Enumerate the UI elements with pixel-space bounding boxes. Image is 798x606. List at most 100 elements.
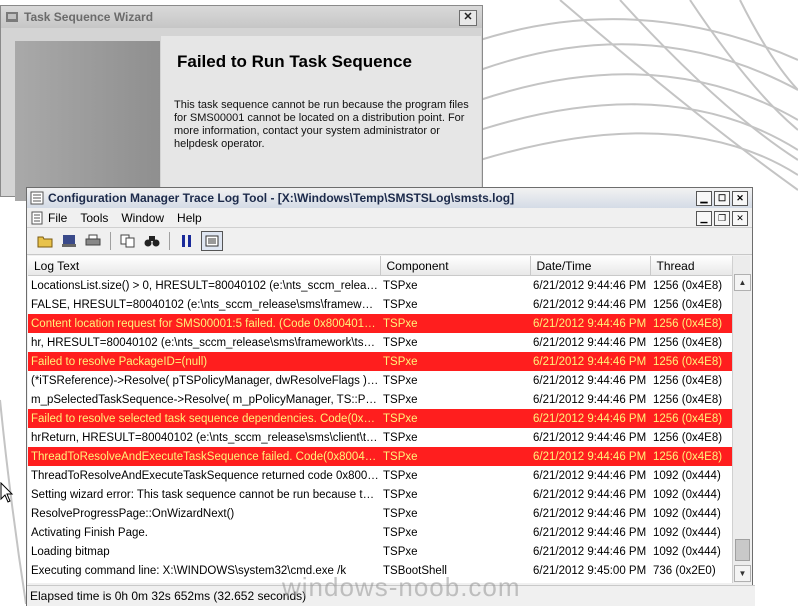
column-component[interactable]: Component: [380, 256, 531, 276]
column-log-text[interactable]: Log Text: [28, 256, 381, 276]
log-text-cell: Loading bitmap: [31, 545, 110, 558]
datetime-cell: 6/21/2012 9:45:00 PM: [533, 564, 647, 577]
column-datetime[interactable]: Date/Time: [530, 256, 651, 276]
log-row[interactable]: LocationsList.size() > 0, HRESULT=800401…: [28, 276, 733, 296]
child-restore-button[interactable]: ❐: [714, 211, 730, 226]
find-icon[interactable]: [142, 232, 162, 250]
trace-log-window: Configuration Manager Trace Log Tool - […: [26, 187, 755, 606]
datetime-cell: 6/21/2012 9:44:46 PM: [533, 469, 647, 482]
copy-icon[interactable]: [118, 232, 138, 250]
component-cell: TSPxe: [383, 336, 418, 349]
datetime-cell: 6/21/2012 9:44:46 PM: [533, 526, 647, 539]
log-text-cell: m_pSelectedTaskSequence->Resolve( m_pPol…: [31, 393, 380, 406]
thread-cell: 1256 (0x4E8): [653, 336, 723, 349]
open-icon[interactable]: [35, 232, 55, 250]
mouse-cursor-icon: [0, 482, 14, 503]
thread-cell: 1256 (0x4E8): [653, 279, 723, 292]
datetime-cell: 6/21/2012 9:44:46 PM: [533, 507, 647, 520]
datetime-cell: 6/21/2012 9:44:46 PM: [533, 545, 647, 558]
component-cell: TSPxe: [380, 409, 530, 428]
thread-cell: 1092 (0x444): [653, 469, 721, 482]
wizard-app-icon: [6, 12, 18, 22]
log-grid[interactable]: Log Text Component Date/Time Thread Loca…: [28, 256, 733, 583]
component-cell: TSPxe: [383, 374, 418, 387]
log-text-cell: FALSE, HRESULT=80040102 (e:\nts_sccm_rel…: [31, 298, 380, 311]
maximize-button[interactable]: ☐: [714, 191, 730, 206]
log-row[interactable]: Setting wizard error: This task sequence…: [28, 485, 733, 504]
trace-app-icon: [30, 191, 44, 205]
log-row[interactable]: ThreadToResolveAndExecuteTaskSequence fa…: [28, 447, 733, 466]
log-row[interactable]: ThreadToResolveAndExecuteTaskSequence re…: [28, 466, 733, 485]
toolbar-separator: [110, 232, 111, 250]
log-row[interactable]: Loading bitmap TSPxe 6/21/2012 9:44:46 PM 1…: [28, 542, 733, 561]
task-sequence-wizard-window: Task Sequence Wizard ✕ Failed to Run Tas…: [0, 5, 483, 201]
component-cell: TSPxe: [383, 431, 418, 444]
print-preview-icon[interactable]: [59, 232, 79, 250]
menu-help[interactable]: Help: [177, 211, 202, 225]
log-row[interactable]: ResolveProgressPage::OnWizardNext() TSPxe…: [28, 504, 733, 523]
log-row[interactable]: Activating Finish Page. TSPxe 6/21/2012 9:…: [28, 523, 733, 542]
log-row[interactable]: (*iTSReference)->Resolve( pTSPolicyManag…: [28, 371, 733, 390]
scroll-down-arrow[interactable]: ▼: [734, 565, 751, 582]
menu-tools[interactable]: Tools: [80, 211, 108, 225]
log-row[interactable]: m_pSelectedTaskSequence->Resolve( m_pPol…: [28, 390, 733, 409]
log-row[interactable]: hrReturn, HRESULT=80040102 (e:\nts_sccm_…: [28, 428, 733, 447]
wizard-titlebar[interactable]: Task Sequence Wizard ✕: [1, 6, 482, 28]
thread-cell: 1256 (0x4E8): [650, 409, 733, 428]
datetime-cell: 6/21/2012 9:45:00 PM: [530, 580, 650, 583]
trace-title: Configuration Manager Trace Log Tool - […: [48, 191, 515, 205]
child-minimize-button[interactable]: ▁: [696, 211, 712, 226]
thread-cell: 1092 (0x444): [653, 545, 721, 558]
view-icon[interactable]: [201, 231, 223, 251]
wizard-title: Task Sequence Wizard: [24, 10, 154, 24]
scroll-thumb[interactable]: [735, 539, 750, 561]
thread-cell: 1256 (0x4E8): [650, 314, 733, 333]
menu-file[interactable]: File: [48, 211, 67, 225]
datetime-cell: 6/21/2012 9:44:46 PM: [533, 336, 647, 349]
close-button[interactable]: ✕: [732, 191, 748, 206]
log-text-cell: ThreadToResolveAndExecuteTaskSequence fa…: [28, 447, 380, 466]
toolbar-separator: [169, 232, 170, 250]
thread-cell: 1256 (0x4E8): [653, 374, 723, 387]
wizard-heading: Failed to Run Task Sequence: [177, 52, 412, 71]
minimize-button[interactable]: ▁: [696, 191, 712, 206]
thread-cell: 1256 (0x4E8): [653, 431, 723, 444]
datetime-cell: 6/21/2012 9:44:46 PM: [530, 352, 650, 371]
log-text-cell: ResolveProgressPage::OnWizardNext(): [31, 507, 235, 520]
log-row[interactable]: Failed to resolve selected task sequence…: [28, 409, 733, 428]
scroll-up-arrow[interactable]: ▲: [734, 274, 751, 291]
log-text-cell: (*iTSReference)->Resolve( pTSPolicyManag…: [31, 374, 380, 387]
menu-window[interactable]: Window: [121, 211, 164, 225]
log-text-cell: Failed to resolve selected task sequence…: [28, 409, 380, 428]
datetime-cell: 6/21/2012 9:44:46 PM: [533, 298, 647, 311]
datetime-cell: 6/21/2012 9:44:46 PM: [533, 488, 647, 501]
log-text-cell: LocationsList.size() > 0, HRESULT=800401…: [31, 279, 380, 292]
datetime-cell: 6/21/2012 9:44:46 PM: [533, 393, 647, 406]
child-close-button[interactable]: ✕: [732, 211, 748, 226]
log-text-cell: Activating Finish Page.: [31, 526, 148, 539]
trace-titlebar[interactable]: Configuration Manager Trace Log Tool - […: [27, 188, 752, 208]
log-text-cell: ThreadToResolveAndExecuteTaskSequence re…: [31, 469, 380, 482]
column-thread[interactable]: Thread: [650, 256, 733, 276]
print-icon[interactable]: [83, 232, 103, 250]
pause-icon[interactable]: [177, 232, 197, 250]
log-text-cell: Content location request for SMS00001:5 …: [28, 314, 380, 333]
vertical-scrollbar[interactable]: ▲ ▼: [732, 256, 751, 583]
datetime-cell: 6/21/2012 9:44:46 PM: [530, 447, 650, 466]
log-row[interactable]: Content location request for SMS00001:5 …: [28, 314, 733, 333]
thread-cell: 736 (0x2E0): [650, 580, 733, 583]
thread-cell: 1092 (0x444): [653, 526, 721, 539]
menu-bar: File Tools Window Help ▁ ❐ ✕: [27, 208, 752, 227]
log-row[interactable]: hr, HRESULT=80040102 (e:\nts_sccm_releas…: [28, 333, 733, 352]
wizard-side-panel: [15, 41, 160, 201]
log-row[interactable]: FALSE, HRESULT=80040102 (e:\nts_sccm_rel…: [28, 295, 733, 314]
toolbar: [27, 227, 752, 255]
document-icon: [31, 211, 43, 224]
log-row[interactable]: Failed to resolve PackageID=(null) TSPxe 6…: [28, 352, 733, 371]
thread-cell: 1092 (0x444): [653, 488, 721, 501]
wizard-message: This task sequence cannot be run because…: [174, 99, 469, 150]
wizard-content: Failed to Run Task Sequence This task se…: [161, 36, 481, 201]
wizard-close-button[interactable]: ✕: [459, 10, 477, 26]
log-rows: LocationsList.size() > 0, HRESULT=800401…: [28, 276, 733, 584]
log-text-cell: hrReturn, HRESULT=80040102 (e:\nts_sccm_…: [31, 431, 380, 444]
